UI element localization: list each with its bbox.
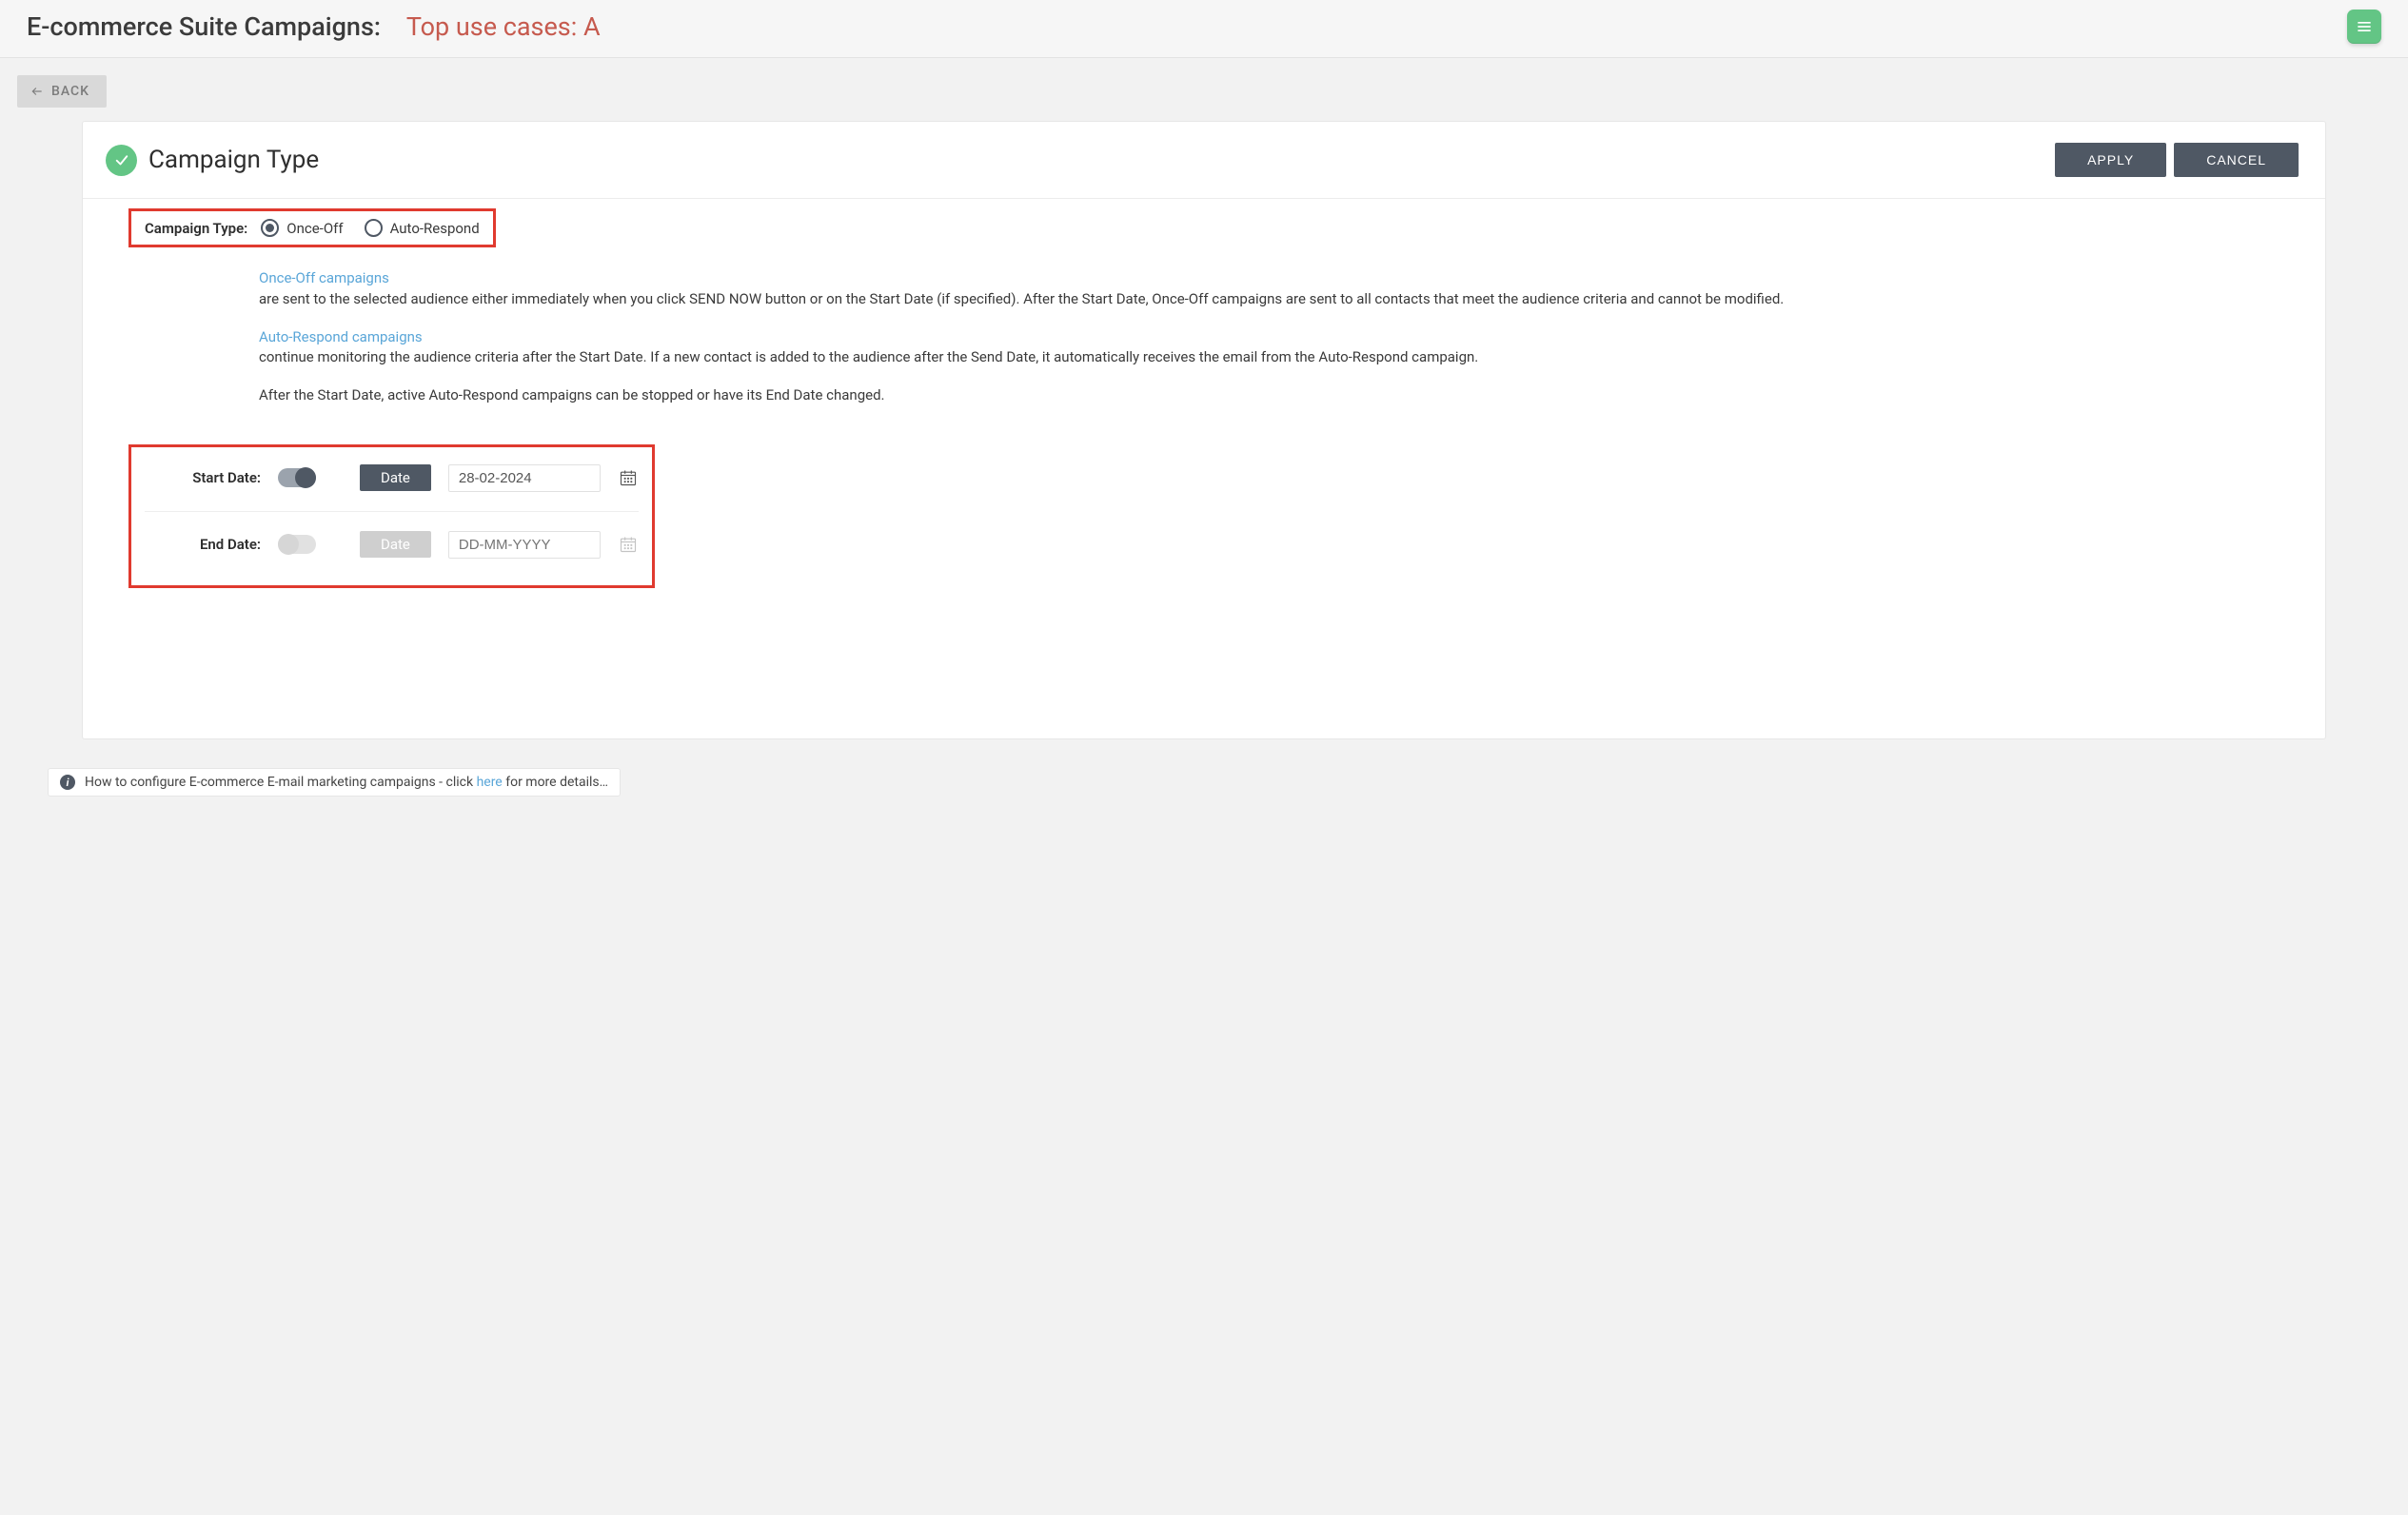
end-date-label: End Date: bbox=[145, 536, 261, 553]
radio-icon bbox=[261, 219, 279, 237]
main-menu-button[interactable] bbox=[2347, 10, 2381, 44]
radio-icon bbox=[365, 219, 383, 237]
back-button-label: BACK bbox=[51, 84, 89, 99]
footer-text-b: for more details… bbox=[503, 775, 608, 790]
info-icon: i bbox=[60, 775, 75, 790]
start-date-mode-button[interactable]: Date bbox=[360, 464, 431, 491]
back-button[interactable]: BACK bbox=[17, 75, 107, 108]
arrow-left-icon bbox=[30, 85, 44, 98]
end-date-calendar-button bbox=[618, 534, 639, 555]
date-section-highlight: Start Date: Date End Dat bbox=[128, 444, 655, 588]
end-date-input[interactable] bbox=[448, 531, 601, 559]
page-body: BACK Campaign Type APPLY CANCEL Campaign… bbox=[0, 58, 2408, 829]
card-header: Campaign Type APPLY CANCEL bbox=[83, 122, 2325, 199]
end-date-row: End Date: Date bbox=[145, 511, 639, 578]
radio-once-off-label: Once-Off bbox=[286, 220, 343, 237]
section-title: Campaign Type bbox=[148, 146, 319, 174]
check-icon bbox=[113, 151, 130, 168]
once-off-body: are sent to the selected audience either… bbox=[259, 290, 1784, 307]
start-date-toggle[interactable] bbox=[278, 468, 316, 487]
apply-button[interactable]: APPLY bbox=[2055, 143, 2166, 177]
end-date-mode-button[interactable]: Date bbox=[360, 531, 431, 558]
auto-body: continue monitoring the audience criteri… bbox=[259, 348, 1478, 365]
after-note: After the Start Date, active Auto-Respon… bbox=[259, 385, 2299, 406]
radio-auto-respond[interactable]: Auto-Respond bbox=[365, 219, 480, 237]
footer-here-link[interactable]: here bbox=[477, 775, 503, 790]
page-title-sub: Top use cases: A bbox=[406, 11, 601, 42]
campaign-card: Campaign Type APPLY CANCEL Campaign Type… bbox=[82, 121, 2326, 739]
calendar-icon bbox=[619, 535, 638, 554]
page-title: E-commerce Suite Campaigns: Top use case… bbox=[27, 11, 601, 42]
status-check-badge bbox=[106, 145, 137, 176]
once-off-title-link[interactable]: Once-Off campaigns bbox=[259, 269, 389, 286]
radio-once-off[interactable]: Once-Off bbox=[261, 219, 343, 237]
start-date-row: Start Date: Date bbox=[145, 455, 639, 511]
calendar-icon bbox=[619, 468, 638, 487]
start-date-label: Start Date: bbox=[145, 469, 261, 486]
end-date-toggle[interactable] bbox=[278, 535, 316, 554]
auto-respond-description: Auto-Respond campaigns continue monitori… bbox=[259, 327, 2299, 369]
start-date-calendar-button[interactable] bbox=[618, 467, 639, 488]
page-title-prefix: E-commerce Suite Campaigns: bbox=[27, 11, 381, 42]
footer-text-a: How to configure E-commerce E-mail marke… bbox=[85, 775, 477, 790]
topbar: E-commerce Suite Campaigns: Top use case… bbox=[0, 0, 2408, 58]
start-date-input[interactable] bbox=[448, 464, 601, 492]
campaign-type-radio-group: Once-Off Auto-Respond bbox=[261, 219, 479, 237]
radio-auto-respond-label: Auto-Respond bbox=[390, 220, 480, 237]
hamburger-icon bbox=[2355, 17, 2374, 36]
cancel-button[interactable]: CANCEL bbox=[2174, 143, 2299, 177]
auto-title-link[interactable]: Auto-Respond campaigns bbox=[259, 328, 423, 345]
once-off-description: Once-Off campaigns are sent to the selec… bbox=[259, 268, 2299, 310]
footer-hint: i How to configure E-commerce E-mail mar… bbox=[48, 768, 621, 797]
campaign-type-label: Campaign Type: bbox=[145, 220, 247, 237]
campaign-type-highlight: Campaign Type: Once-Off Auto-Respond bbox=[128, 208, 496, 247]
